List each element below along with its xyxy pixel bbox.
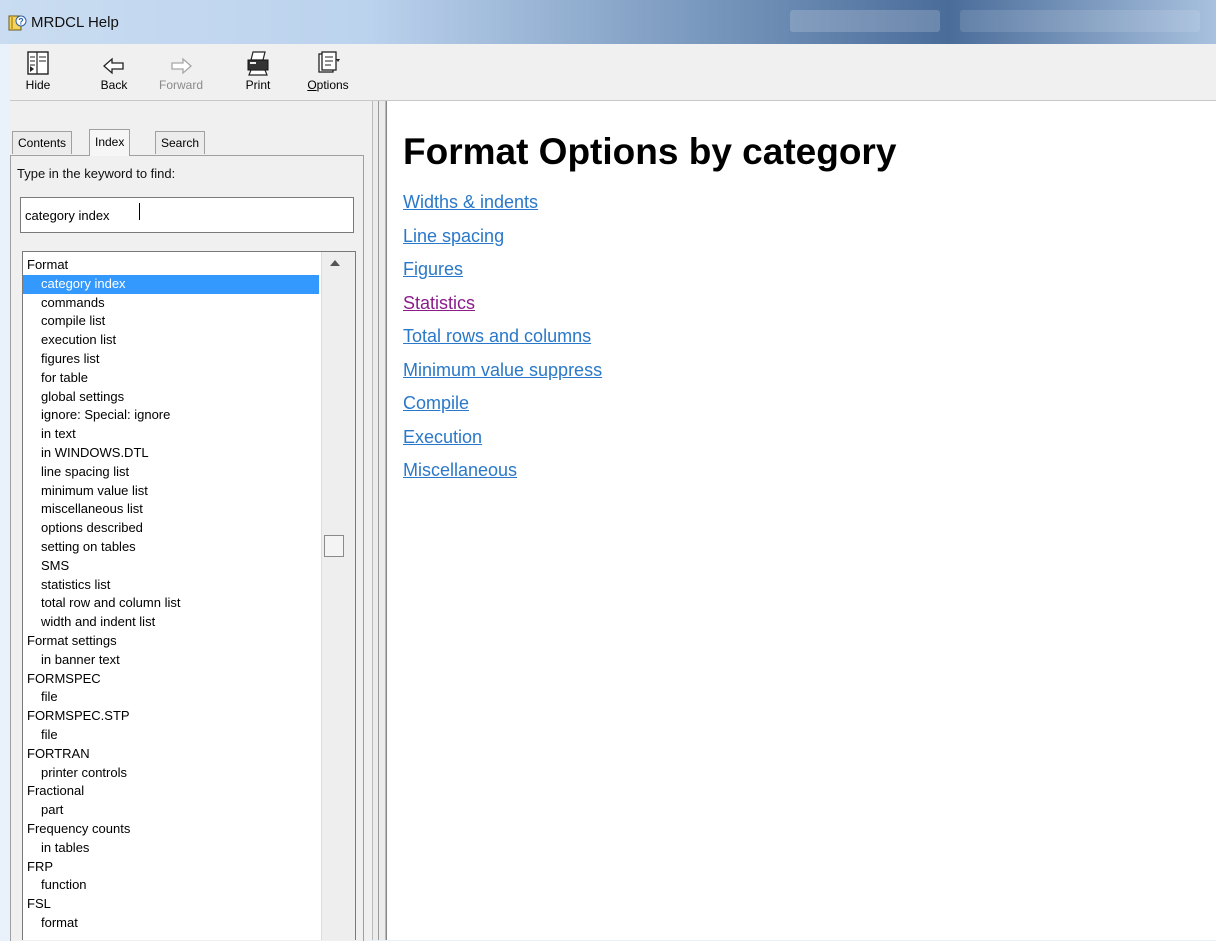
topic-link[interactable]: Total rows and columns bbox=[403, 324, 602, 358]
index-list-items: Format category index commands compile list… bbox=[23, 256, 319, 933]
index-item[interactable]: format bbox=[23, 914, 319, 933]
index-item[interactable]: width and indent list bbox=[23, 613, 319, 632]
index-item[interactable]: in WINDOWS.DTL bbox=[23, 444, 319, 463]
window-title: MRDCL Help bbox=[31, 14, 119, 31]
background-window-blur bbox=[960, 10, 1200, 32]
topic-link[interactable]: Figures bbox=[403, 257, 602, 291]
text-caret bbox=[139, 203, 140, 220]
help-book-icon: ? bbox=[8, 15, 27, 31]
svg-text:?: ? bbox=[18, 17, 24, 27]
index-item[interactable]: SMS bbox=[23, 557, 319, 576]
index-item[interactable]: total row and column list bbox=[23, 594, 319, 613]
options-icon bbox=[318, 51, 340, 73]
tab-strip: Contents Index Search bbox=[10, 129, 372, 156]
navigation-pane: Contents Index Search Type in the keywor… bbox=[10, 101, 372, 941]
index-item[interactable]: in banner text bbox=[23, 651, 319, 670]
index-item[interactable]: Format settings bbox=[23, 632, 319, 651]
topic-link[interactable]: Widths & indents bbox=[403, 190, 602, 224]
printer-icon bbox=[247, 51, 269, 76]
topic-links: Widths & indents Line spacing Figures Stati… bbox=[403, 190, 602, 492]
index-item[interactable]: compile list bbox=[23, 312, 319, 331]
print-button[interactable]: Print bbox=[238, 46, 278, 98]
scroll-up-arrow-icon[interactable] bbox=[330, 260, 340, 266]
index-item[interactable]: file bbox=[23, 726, 319, 745]
topic-heading: Format Options by category bbox=[403, 131, 897, 172]
scroll-thumb[interactable] bbox=[324, 535, 344, 557]
index-scrollbar[interactable] bbox=[321, 252, 355, 940]
index-item[interactable]: part bbox=[23, 801, 319, 820]
topic-link[interactable]: Miscellaneous bbox=[403, 458, 602, 492]
topic-link[interactable]: Execution bbox=[403, 425, 602, 459]
title-bar[interactable]: ? MRDCL Help bbox=[0, 0, 1216, 44]
index-item[interactable]: figures list bbox=[23, 350, 319, 369]
index-item[interactable]: statistics list bbox=[23, 576, 319, 595]
index-item[interactable]: FORMSPEC bbox=[23, 670, 319, 689]
index-item[interactable]: ignore: Special: ignore bbox=[23, 406, 319, 425]
index-item[interactable]: options described bbox=[23, 519, 319, 538]
index-item[interactable]: execution list bbox=[23, 331, 319, 350]
tab-contents[interactable]: Contents bbox=[12, 131, 73, 154]
back-button-label: Back bbox=[100, 78, 128, 92]
hide-button-label: Hide bbox=[25, 78, 51, 92]
index-item[interactable]: Frequency counts bbox=[23, 820, 319, 839]
options-button-label: Options bbox=[307, 78, 349, 92]
index-item[interactable]: miscellaneous list bbox=[23, 500, 319, 519]
index-item[interactable]: FORTRAN bbox=[23, 745, 319, 764]
index-list[interactable]: Format category index commands compile list… bbox=[22, 251, 356, 940]
index-item[interactable]: minimum value list bbox=[23, 482, 319, 501]
index-item[interactable]: in tables bbox=[23, 839, 319, 858]
index-item[interactable]: function bbox=[23, 876, 319, 895]
index-item[interactable]: Format bbox=[23, 256, 319, 275]
index-item[interactable]: Fractional bbox=[23, 782, 319, 801]
index-item[interactable]: global settings bbox=[23, 388, 319, 407]
toolbar: Hide Back Forward Print Options bbox=[10, 44, 1216, 101]
index-item[interactable]: commands bbox=[23, 294, 319, 313]
forward-arrow-icon bbox=[171, 57, 192, 75]
back-arrow-icon bbox=[103, 57, 124, 75]
topic-link[interactable]: Line spacing bbox=[403, 224, 602, 258]
print-button-label: Print bbox=[245, 78, 271, 92]
index-item[interactable]: file bbox=[23, 688, 319, 707]
tab-search[interactable]: Search bbox=[155, 131, 206, 154]
back-button[interactable]: Back bbox=[96, 46, 132, 98]
hide-icon bbox=[27, 51, 49, 75]
hide-button[interactable]: Hide bbox=[20, 46, 56, 98]
index-item[interactable]: in text bbox=[23, 425, 319, 444]
topic-link[interactable]: Compile bbox=[403, 391, 602, 425]
forward-button-label: Forward bbox=[158, 78, 203, 92]
options-button[interactable]: Options bbox=[298, 46, 358, 98]
index-item[interactable]: setting on tables bbox=[23, 538, 319, 557]
index-item[interactable]: FSL bbox=[23, 895, 319, 914]
keyword-input[interactable] bbox=[20, 197, 354, 233]
index-item[interactable]: FRP bbox=[23, 858, 319, 877]
pane-splitter[interactable] bbox=[372, 101, 386, 940]
index-item[interactable]: printer controls bbox=[23, 764, 319, 783]
topic-link[interactable]: Minimum value suppress bbox=[403, 358, 602, 392]
keyword-prompt: Type in the keyword to find: bbox=[17, 166, 176, 181]
tab-index[interactable]: Index bbox=[89, 129, 131, 156]
index-item[interactable]: category index bbox=[23, 274, 319, 294]
topic-link[interactable]: Statistics bbox=[403, 291, 602, 325]
forward-button[interactable]: Forward bbox=[151, 46, 211, 98]
topic-content: Format Options by category Widths & inde… bbox=[386, 101, 1216, 940]
index-item[interactable]: for table bbox=[23, 369, 319, 388]
index-item[interactable]: FORMSPEC.STP bbox=[23, 707, 319, 726]
index-item[interactable]: line spacing list bbox=[23, 463, 319, 482]
background-taskbar-blur bbox=[790, 10, 940, 32]
